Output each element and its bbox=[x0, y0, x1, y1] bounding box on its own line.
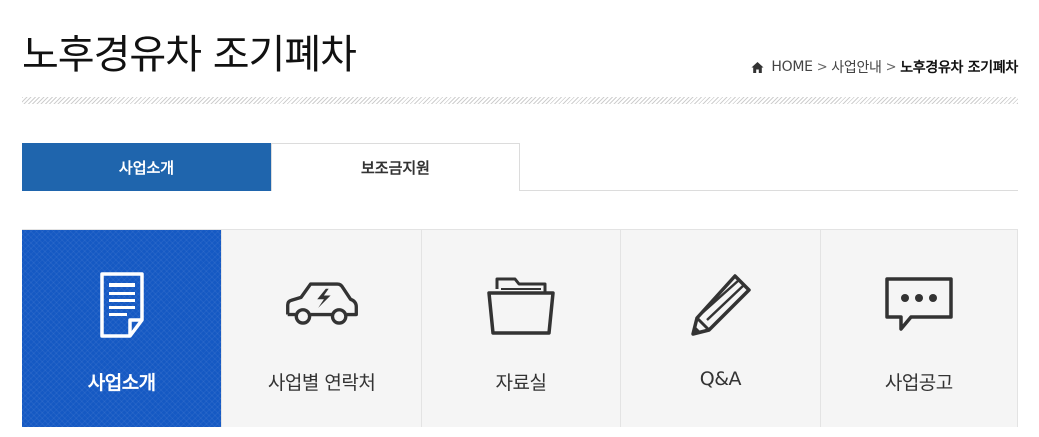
breadcrumb-separator: > bbox=[816, 59, 828, 75]
pencil-icon bbox=[680, 270, 760, 340]
card-contacts[interactable]: 사업별 연락처 bbox=[221, 230, 421, 427]
card-notice[interactable]: 사업공고 bbox=[819, 230, 1018, 427]
breadcrumb-separator: > bbox=[885, 59, 897, 75]
breadcrumb-home-link[interactable]: HOME bbox=[771, 59, 813, 75]
card-qna[interactable]: Q&A bbox=[620, 230, 820, 427]
card-label: 사업공고 bbox=[884, 372, 953, 394]
folder-icon bbox=[481, 270, 561, 340]
tab-business-intro[interactable]: 사업소개 bbox=[22, 143, 271, 191]
breadcrumb-level1-link[interactable]: 사업안내 bbox=[831, 57, 882, 77]
home-icon bbox=[751, 61, 764, 73]
car-icon bbox=[282, 270, 362, 340]
card-label: Q&A bbox=[699, 368, 742, 390]
page-title: 노후경유차 조기폐차 bbox=[22, 32, 357, 78]
tab-bar: 사업소개 보조금지원 bbox=[22, 143, 1018, 191]
card-label: 사업소개 bbox=[87, 372, 156, 394]
breadcrumb: HOME > 사업안내 > 노후경유차 조기폐차 bbox=[751, 57, 1018, 77]
breadcrumb-current: 노후경유차 조기폐차 bbox=[900, 60, 1018, 76]
quick-menu: 사업소개 사업별 연락처 자료실 Q&A 사업공고 bbox=[22, 229, 1018, 427]
card-label: 자료실 bbox=[495, 372, 547, 394]
title-divider bbox=[22, 97, 1018, 104]
card-archive[interactable]: 자료실 bbox=[420, 230, 621, 427]
card-business-intro[interactable]: 사업소개 bbox=[22, 230, 222, 427]
tab-subsidy-support[interactable]: 보조금지원 bbox=[271, 143, 520, 191]
card-label: 사업별 연락처 bbox=[267, 372, 376, 394]
speech-bubble-icon bbox=[879, 270, 959, 340]
document-icon bbox=[82, 270, 162, 340]
